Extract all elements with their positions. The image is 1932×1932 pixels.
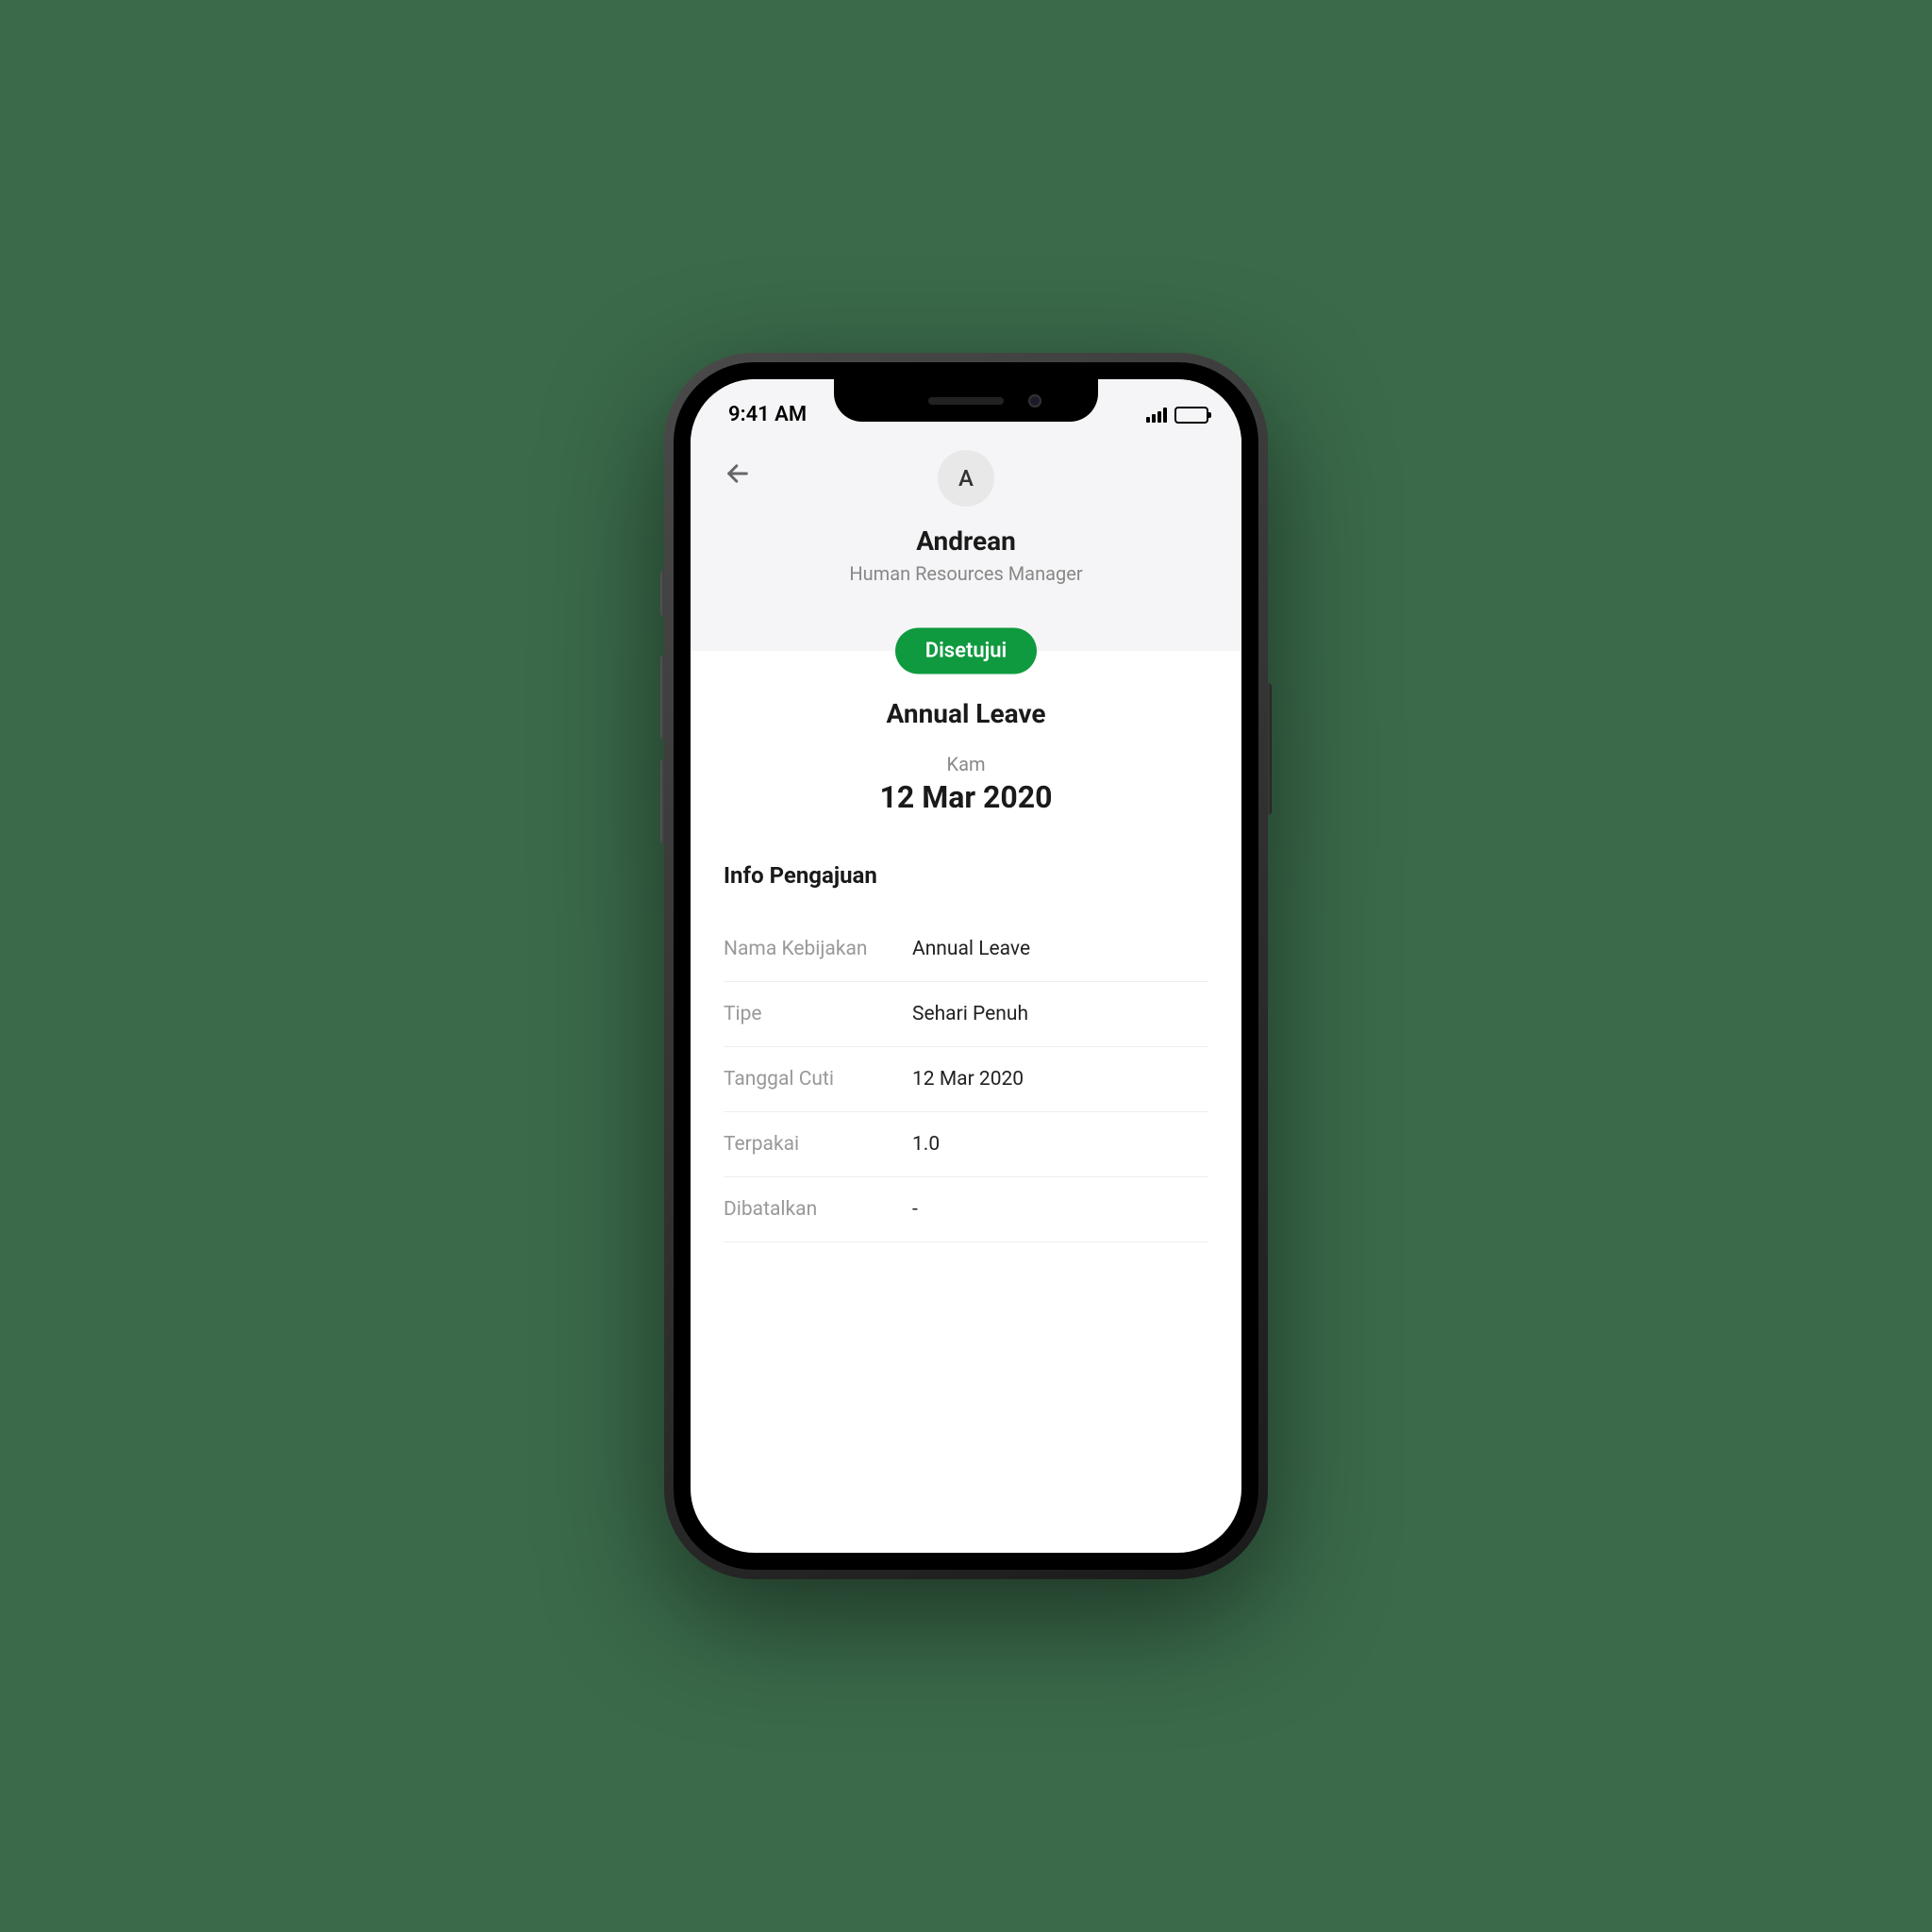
phone-mockup: 9:41 AM	[664, 353, 1268, 1579]
info-value: 1.0	[912, 1133, 1208, 1156]
notch-speaker	[928, 397, 1004, 405]
leave-title: Annual Leave	[724, 698, 1208, 729]
phone-inner-frame: 9:41 AM	[674, 362, 1258, 1570]
leave-day-label: Kam	[724, 753, 1208, 775]
info-label: Tanggal Cuti	[724, 1068, 912, 1091]
info-label: Dibatalkan	[724, 1198, 912, 1221]
info-value: -	[912, 1198, 1208, 1221]
phone-notch	[834, 379, 1098, 422]
info-row: Nama Kebijakan Annual Leave	[724, 917, 1208, 982]
arrow-left-icon	[724, 460, 751, 487]
profile-header: A Andrean Human Resources Manager	[691, 431, 1241, 651]
status-time: 9:41 AM	[728, 403, 807, 426]
status-right	[1146, 407, 1208, 424]
info-value: 12 Mar 2020	[912, 1068, 1208, 1091]
avatar: A	[938, 450, 994, 507]
info-label: Tipe	[724, 1003, 912, 1025]
battery-icon	[1174, 407, 1208, 424]
leave-date: 12 Mar 2020	[724, 779, 1208, 815]
info-value: Annual Leave	[912, 938, 1208, 960]
info-row: Tipe Sehari Penuh	[724, 982, 1208, 1047]
info-label: Terpakai	[724, 1133, 912, 1156]
avatar-initial: A	[958, 465, 974, 491]
notch-camera	[1028, 394, 1041, 408]
info-value: Sehari Penuh	[912, 1003, 1208, 1025]
status-badge: Disetujui	[895, 628, 1037, 675]
info-row: Tanggal Cuti 12 Mar 2020	[724, 1047, 1208, 1112]
info-row: Dibatalkan -	[724, 1177, 1208, 1242]
info-row: Terpakai 1.0	[724, 1112, 1208, 1177]
info-label: Nama Kebijakan	[724, 938, 912, 960]
signal-icon	[1146, 408, 1167, 423]
user-name: Andrean	[719, 525, 1213, 557]
phone-outer-frame: 9:41 AM	[664, 353, 1268, 1579]
phone-screen: 9:41 AM	[691, 379, 1241, 1553]
user-role: Human Resources Manager	[719, 562, 1213, 585]
back-button[interactable]	[719, 455, 757, 492]
info-section-title: Info Pengajuan	[724, 862, 1208, 889]
content-section: Annual Leave Kam 12 Mar 2020 Info Pengaj…	[691, 651, 1241, 1271]
